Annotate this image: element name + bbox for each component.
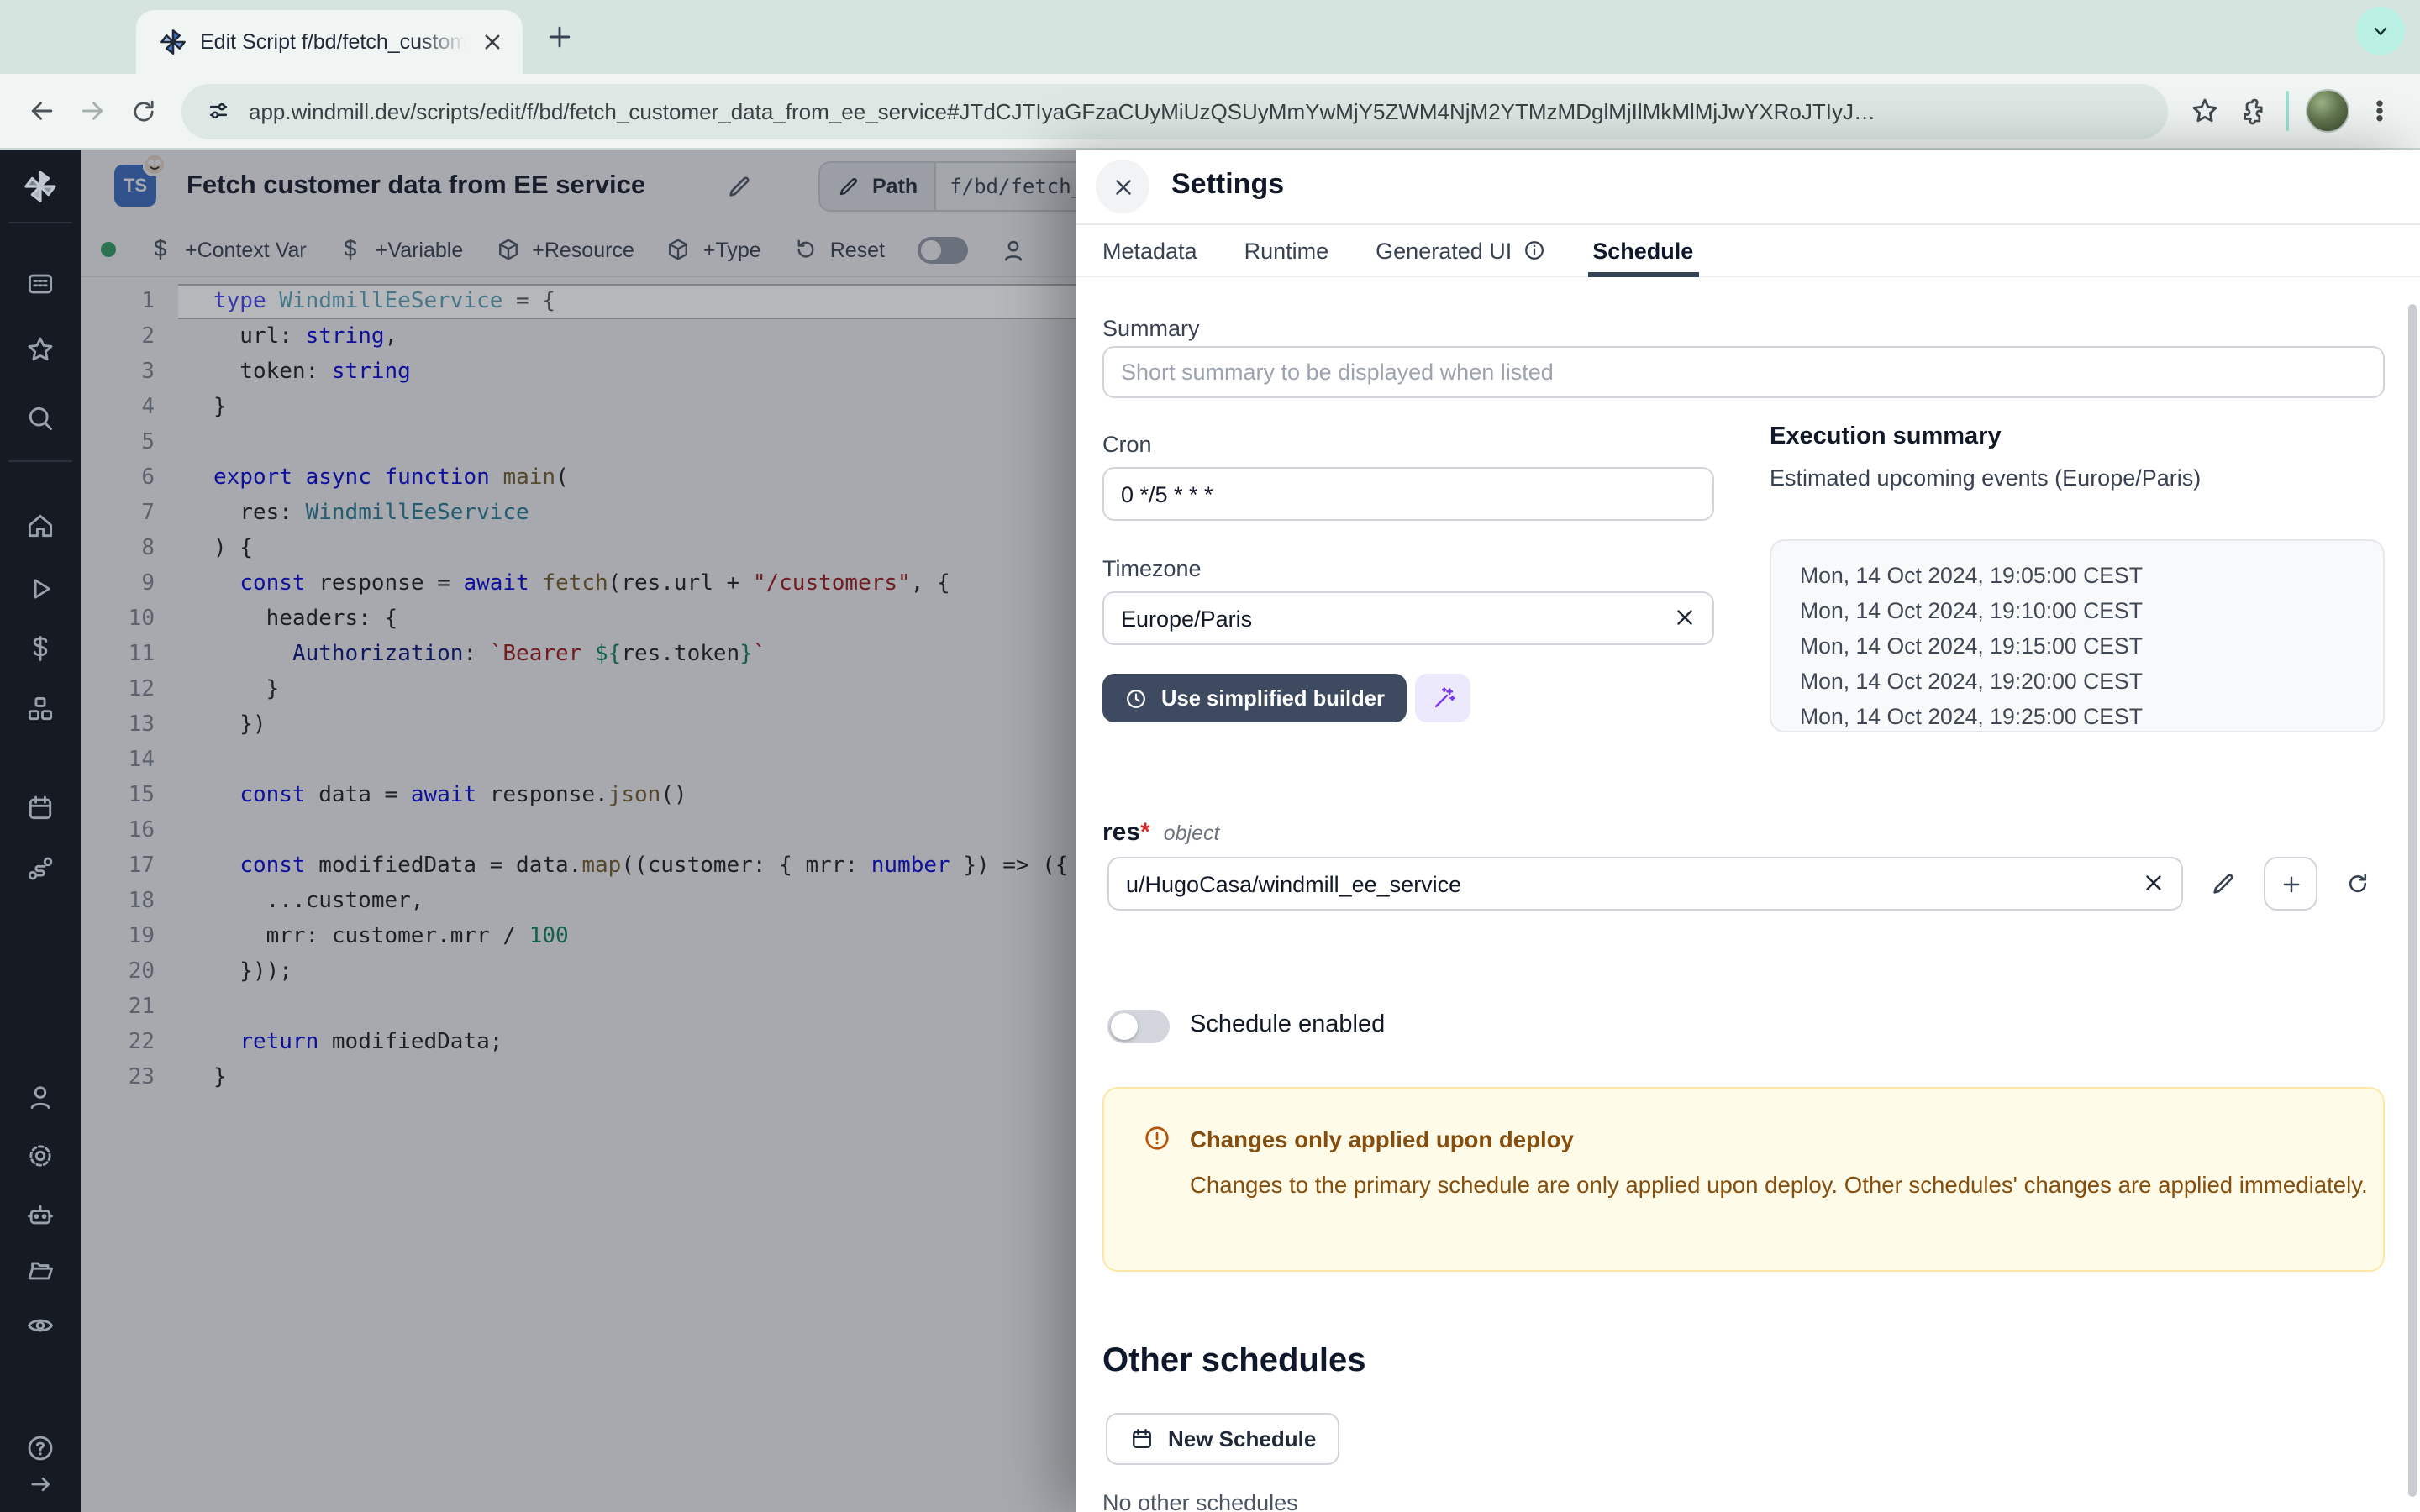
cron-label: Cron xyxy=(1102,432,1152,457)
schedule-event: Mon, 14 Oct 2024, 19:10:00 CEST xyxy=(1800,593,2383,628)
cron-input[interactable] xyxy=(1102,467,1714,521)
extensions-puzzle-icon[interactable] xyxy=(2228,87,2275,134)
sidebar-item-favorites[interactable] xyxy=(10,326,71,373)
summary-field-wrap xyxy=(1102,346,2385,398)
forward-button[interactable] xyxy=(67,86,118,136)
sidebar-item-variables[interactable] xyxy=(10,625,71,672)
profile-avatar[interactable] xyxy=(2306,89,2349,133)
sidebar-item-settings-gear[interactable] xyxy=(10,1132,71,1179)
summary-label: Summary xyxy=(1102,316,1200,341)
windmill-favicon-icon xyxy=(160,29,187,55)
warning-title: Changes only applied upon deploy xyxy=(1190,1127,1574,1152)
tab-generated-ui[interactable]: Generated UI xyxy=(1376,225,1545,276)
clear-timezone-icon[interactable] xyxy=(1672,605,1699,632)
cron-field-wrap xyxy=(1102,467,1714,521)
res-field-wrap xyxy=(1107,857,2183,911)
windmill-logo-icon[interactable] xyxy=(10,163,71,210)
site-settings-icon[interactable] xyxy=(205,97,232,124)
reload-button[interactable] xyxy=(118,86,168,136)
sidebar-item-workers-bot[interactable] xyxy=(10,1191,71,1238)
timezone-field-wrap xyxy=(1102,591,1714,645)
back-button[interactable] xyxy=(17,86,67,136)
sidebar-item-audit-logs-eye[interactable] xyxy=(10,1302,71,1349)
sidebar-divider xyxy=(8,222,72,223)
schedule-event: Mon, 14 Oct 2024, 19:20:00 CEST xyxy=(1800,664,2383,699)
sidebar xyxy=(0,150,81,1512)
windmill-app: TS Fetch customer data from EE service P… xyxy=(0,150,2420,1512)
wand-sparkles-icon xyxy=(1429,685,1456,711)
edit-resource-pencil-button[interactable] xyxy=(2202,862,2245,906)
tab-metadata[interactable]: Metadata xyxy=(1102,225,1197,276)
clear-resource-icon[interactable] xyxy=(2141,870,2168,897)
schedule-event: Mon, 14 Oct 2024, 19:15:00 CEST xyxy=(1800,628,2383,664)
add-resource-plus-button[interactable] xyxy=(2264,857,2317,911)
schedule-enabled-toggle[interactable] xyxy=(1107,1010,1170,1043)
url-text: app.windmill.dev/scripts/edit/f/bd/fetch… xyxy=(249,98,2144,123)
execution-summary-subtitle: Estimated upcoming events (Europe/Paris) xyxy=(1770,465,2201,491)
warning-body: Changes to the primary schedule are only… xyxy=(1190,1169,2370,1204)
summary-input[interactable] xyxy=(1102,346,2385,398)
schedule-enabled-label: Schedule enabled xyxy=(1190,1011,1385,1038)
res-resource-input[interactable] xyxy=(1107,857,2183,911)
tab-close-icon[interactable] xyxy=(479,29,506,55)
sidebar-item-folders[interactable] xyxy=(10,1247,71,1294)
sidebar-item-users[interactable] xyxy=(10,1074,71,1121)
sidebar-item-resources[interactable] xyxy=(10,685,71,732)
browser-tab[interactable]: Edit Script f/bd/fetch_custom xyxy=(136,10,523,74)
sidebar-item-flows[interactable] xyxy=(10,845,71,892)
alert-circle-icon xyxy=(1143,1124,1171,1152)
drawer-scrollbar[interactable] xyxy=(2408,304,2417,1497)
settings-title: Settings xyxy=(1171,168,1284,202)
use-simplified-builder-button[interactable]: Use simplified builder xyxy=(1102,674,1407,722)
address-bar[interactable]: app.windmill.dev/scripts/edit/f/bd/fetch… xyxy=(182,83,2168,139)
new-tab-button[interactable] xyxy=(544,22,575,52)
sidebar-divider xyxy=(8,460,72,462)
sidebar-item-search[interactable] xyxy=(10,395,71,442)
deploy-warning-banner: Changes only applied upon deploy Changes… xyxy=(1102,1087,2385,1272)
no-other-schedules-text: No other schedules xyxy=(1102,1490,1298,1512)
browser-tab-strip: Edit Script f/bd/fetch_custom xyxy=(0,0,2420,74)
schedule-event: Mon, 14 Oct 2024, 19:05:00 CEST xyxy=(1800,558,2383,593)
clock-icon xyxy=(1124,686,1148,710)
settings-drawer: Settings Metadata Runtime Generated UI S… xyxy=(1076,150,2420,1512)
ai-wand-button[interactable] xyxy=(1415,674,1470,722)
tab-runtime[interactable]: Runtime xyxy=(1244,225,1329,276)
calendar-icon xyxy=(1129,1426,1155,1452)
tab-schedule[interactable]: Schedule xyxy=(1592,225,1693,276)
tab-title: Edit Script f/bd/fetch_custom xyxy=(200,30,466,54)
screen: Edit Script f/bd/fetch_custom app.windmi… xyxy=(0,0,2420,1512)
toolbar-divider xyxy=(2286,91,2289,131)
new-schedule-button[interactable]: New Schedule xyxy=(1106,1413,1339,1465)
info-icon xyxy=(1522,239,1545,262)
bookmark-star-icon[interactable] xyxy=(2181,87,2228,134)
res-field-label: res*object xyxy=(1102,818,1219,847)
timezone-input[interactable] xyxy=(1102,591,1714,645)
schedule-tab-panel: Summary Cron Timezone Use sim xyxy=(1076,277,2420,1512)
sidebar-item-home[interactable] xyxy=(10,502,71,549)
tab-search-chevron-button[interactable] xyxy=(2356,7,2405,55)
other-schedules-title: Other schedules xyxy=(1102,1342,1365,1381)
expand-sidebar-arrow-icon[interactable] xyxy=(10,1460,71,1507)
settings-tabs: Metadata Runtime Generated UI Schedule xyxy=(1076,223,2420,277)
sidebar-item-runs[interactable] xyxy=(10,564,71,612)
browser-toolbar: app.windmill.dev/scripts/edit/f/bd/fetch… xyxy=(0,74,2420,150)
close-settings-button[interactable] xyxy=(1096,160,1150,213)
schedule-event: Mon, 14 Oct 2024, 19:25:00 CEST xyxy=(1800,699,2383,732)
timezone-label: Timezone xyxy=(1102,556,1202,581)
refresh-resource-button[interactable] xyxy=(2334,860,2381,907)
sidebar-item-schedules[interactable] xyxy=(10,785,71,832)
browser-menu-kebab-icon[interactable] xyxy=(2356,87,2403,134)
execution-summary-title: Execution summary xyxy=(1770,423,2002,450)
upcoming-events-box: Mon, 14 Oct 2024, 19:05:00 CESTMon, 14 O… xyxy=(1770,539,2385,732)
sidebar-item-apps[interactable] xyxy=(10,260,71,307)
